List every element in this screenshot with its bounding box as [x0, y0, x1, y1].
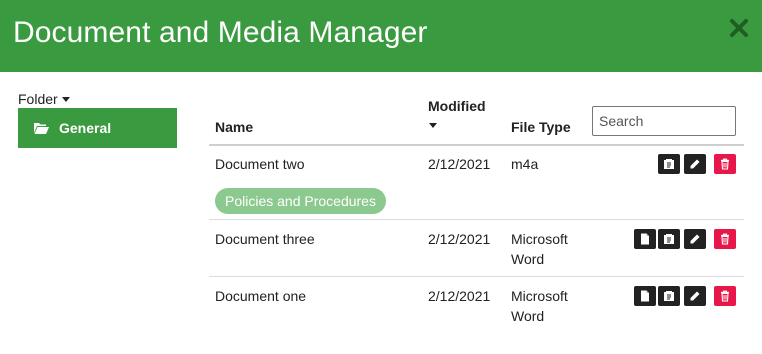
column-header-file-type[interactable]: File Type	[511, 119, 571, 135]
clipboard-icon	[664, 291, 674, 301]
row-2-copy-button[interactable]	[658, 229, 680, 249]
row-3-copy-button[interactable]	[658, 286, 680, 306]
dialog-title: Document and Media Manager	[13, 16, 428, 49]
dialog-header: Document and Media Manager	[0, 0, 762, 72]
folder-open-icon	[34, 123, 49, 134]
sort-desc-icon	[429, 123, 437, 128]
row-2-name[interactable]: Document three	[215, 229, 315, 249]
row-3-name[interactable]: Document one	[215, 286, 306, 306]
row-1-modified: 2/12/2021	[428, 156, 491, 172]
row-divider	[209, 276, 744, 277]
close-icon[interactable]	[728, 17, 750, 39]
folder-dropdown-label: Folder	[18, 91, 58, 107]
row-1-edit-button[interactable]	[684, 154, 706, 174]
row-3-delete-button[interactable]	[714, 286, 736, 306]
row-3-file-type: Microsoft Word	[511, 288, 568, 324]
column-header-name[interactable]: Name	[215, 119, 253, 135]
folder-item-label: General	[59, 120, 112, 136]
row-3-edit-button[interactable]	[684, 286, 706, 306]
row-3-view-button[interactable]	[634, 286, 656, 306]
row-divider	[209, 219, 744, 220]
pencil-icon	[690, 234, 700, 244]
row-1-file-type: m4a	[511, 156, 539, 172]
header-divider	[209, 144, 744, 146]
row-1-delete-button[interactable]	[714, 154, 736, 174]
search-input[interactable]	[592, 106, 736, 136]
file-icon	[641, 290, 649, 302]
row-2-delete-button[interactable]	[714, 229, 736, 249]
row-2-file-type: Microsoft Word	[511, 231, 568, 267]
pencil-icon	[690, 159, 700, 169]
row-2-edit-button[interactable]	[684, 229, 706, 249]
clipboard-icon	[664, 234, 674, 244]
folder-item-general[interactable]: General	[18, 108, 177, 148]
trash-icon	[721, 158, 729, 170]
group-label-policies: Policies and Procedures	[215, 188, 386, 214]
column-header-modified-label: Modified	[428, 98, 486, 114]
row-1-name[interactable]: Document two	[215, 154, 304, 174]
file-icon	[641, 233, 649, 245]
clipboard-icon	[664, 159, 674, 169]
row-1-copy-button[interactable]	[658, 154, 680, 174]
row-3-modified: 2/12/2021	[428, 288, 491, 304]
pencil-icon	[690, 291, 700, 301]
row-2-modified: 2/12/2021	[428, 231, 491, 247]
row-2-view-button[interactable]	[634, 229, 656, 249]
caret-down-icon	[61, 96, 70, 102]
trash-icon	[721, 233, 729, 245]
trash-icon	[721, 290, 729, 302]
column-header-modified[interactable]: Modified	[428, 98, 498, 134]
folder-dropdown[interactable]: Folder	[18, 90, 70, 108]
